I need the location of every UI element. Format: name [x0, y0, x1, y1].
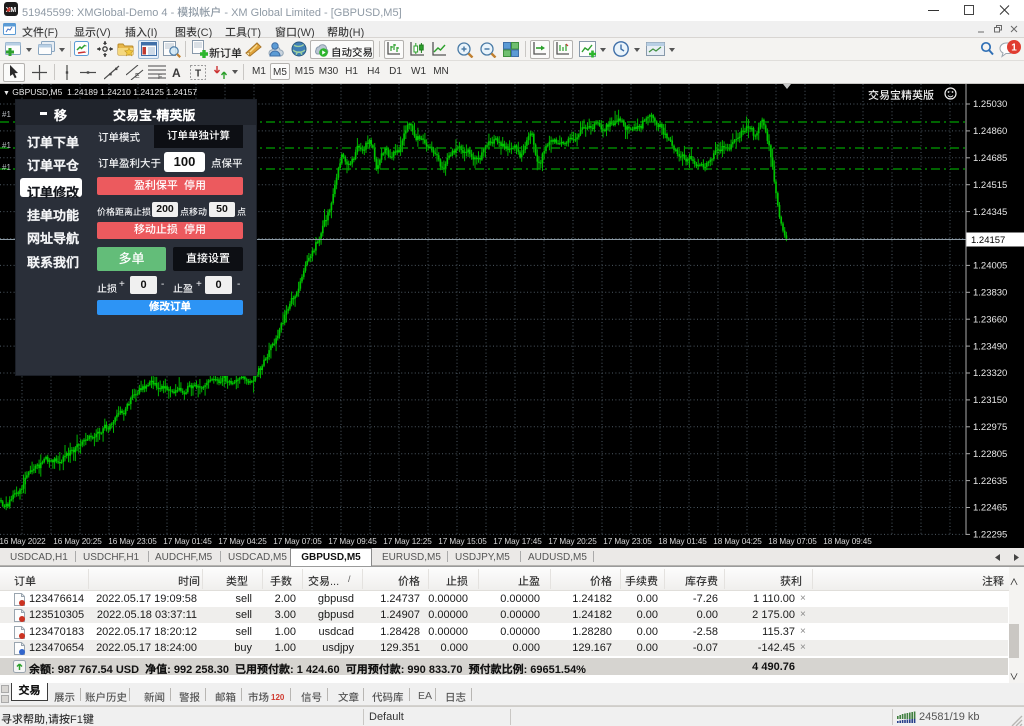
svg-text:1.23150: 1.23150	[973, 395, 1007, 406]
svg-text:F: F	[158, 74, 162, 80]
svg-text:18 May 04:25: 18 May 04:25	[713, 537, 762, 546]
svg-text:1.24345: 1.24345	[973, 207, 1007, 218]
svg-text:18 May 07:05: 18 May 07:05	[768, 537, 817, 546]
svg-text:1.25030: 1.25030	[973, 99, 1007, 110]
svg-text:1.23660: 1.23660	[973, 314, 1007, 325]
svg-text:17 May 07:05: 17 May 07:05	[273, 537, 322, 546]
svg-text:18 May 01:45: 18 May 01:45	[658, 537, 707, 546]
svg-text:1.24515: 1.24515	[973, 180, 1007, 191]
svg-text:18 May 09:45: 18 May 09:45	[823, 537, 872, 546]
svg-text:1: 1	[1011, 43, 1017, 54]
svg-text:1.22295: 1.22295	[973, 530, 1007, 541]
svg-text:1.23490: 1.23490	[973, 341, 1007, 352]
svg-text:17 May 12:25: 17 May 12:25	[383, 537, 432, 546]
svg-text:17 May 04:25: 17 May 04:25	[218, 537, 267, 546]
svg-text:1.24860: 1.24860	[973, 126, 1007, 137]
svg-text:1.24685: 1.24685	[973, 153, 1007, 164]
svg-text:17 May 15:05: 17 May 15:05	[438, 537, 487, 546]
svg-text:1.22635: 1.22635	[973, 476, 1007, 487]
svg-text:1.22805: 1.22805	[973, 449, 1007, 460]
svg-text:1.22975: 1.22975	[973, 422, 1007, 433]
svg-text:16 May 23:05: 16 May 23:05	[108, 537, 157, 546]
svg-text:16 May 2022: 16 May 2022	[0, 537, 46, 546]
svg-text:1.22465: 1.22465	[973, 503, 1007, 514]
svg-text:E: E	[135, 73, 140, 80]
svg-text:T: T	[195, 69, 201, 80]
svg-text:1.23320: 1.23320	[973, 368, 1007, 379]
svg-text:17 May 20:25: 17 May 20:25	[548, 537, 597, 546]
svg-text:1.24005: 1.24005	[973, 261, 1007, 272]
svg-text:17 May 17:45: 17 May 17:45	[493, 537, 542, 546]
svg-text:17 May 01:45: 17 May 01:45	[163, 537, 212, 546]
svg-text:17 May 09:45: 17 May 09:45	[328, 537, 377, 546]
svg-text:16 May 20:25: 16 May 20:25	[53, 537, 102, 546]
svg-text:1.24157: 1.24157	[971, 235, 1005, 246]
svg-text:1.23830: 1.23830	[973, 288, 1007, 299]
svg-text:17 May 23:05: 17 May 23:05	[603, 537, 652, 546]
